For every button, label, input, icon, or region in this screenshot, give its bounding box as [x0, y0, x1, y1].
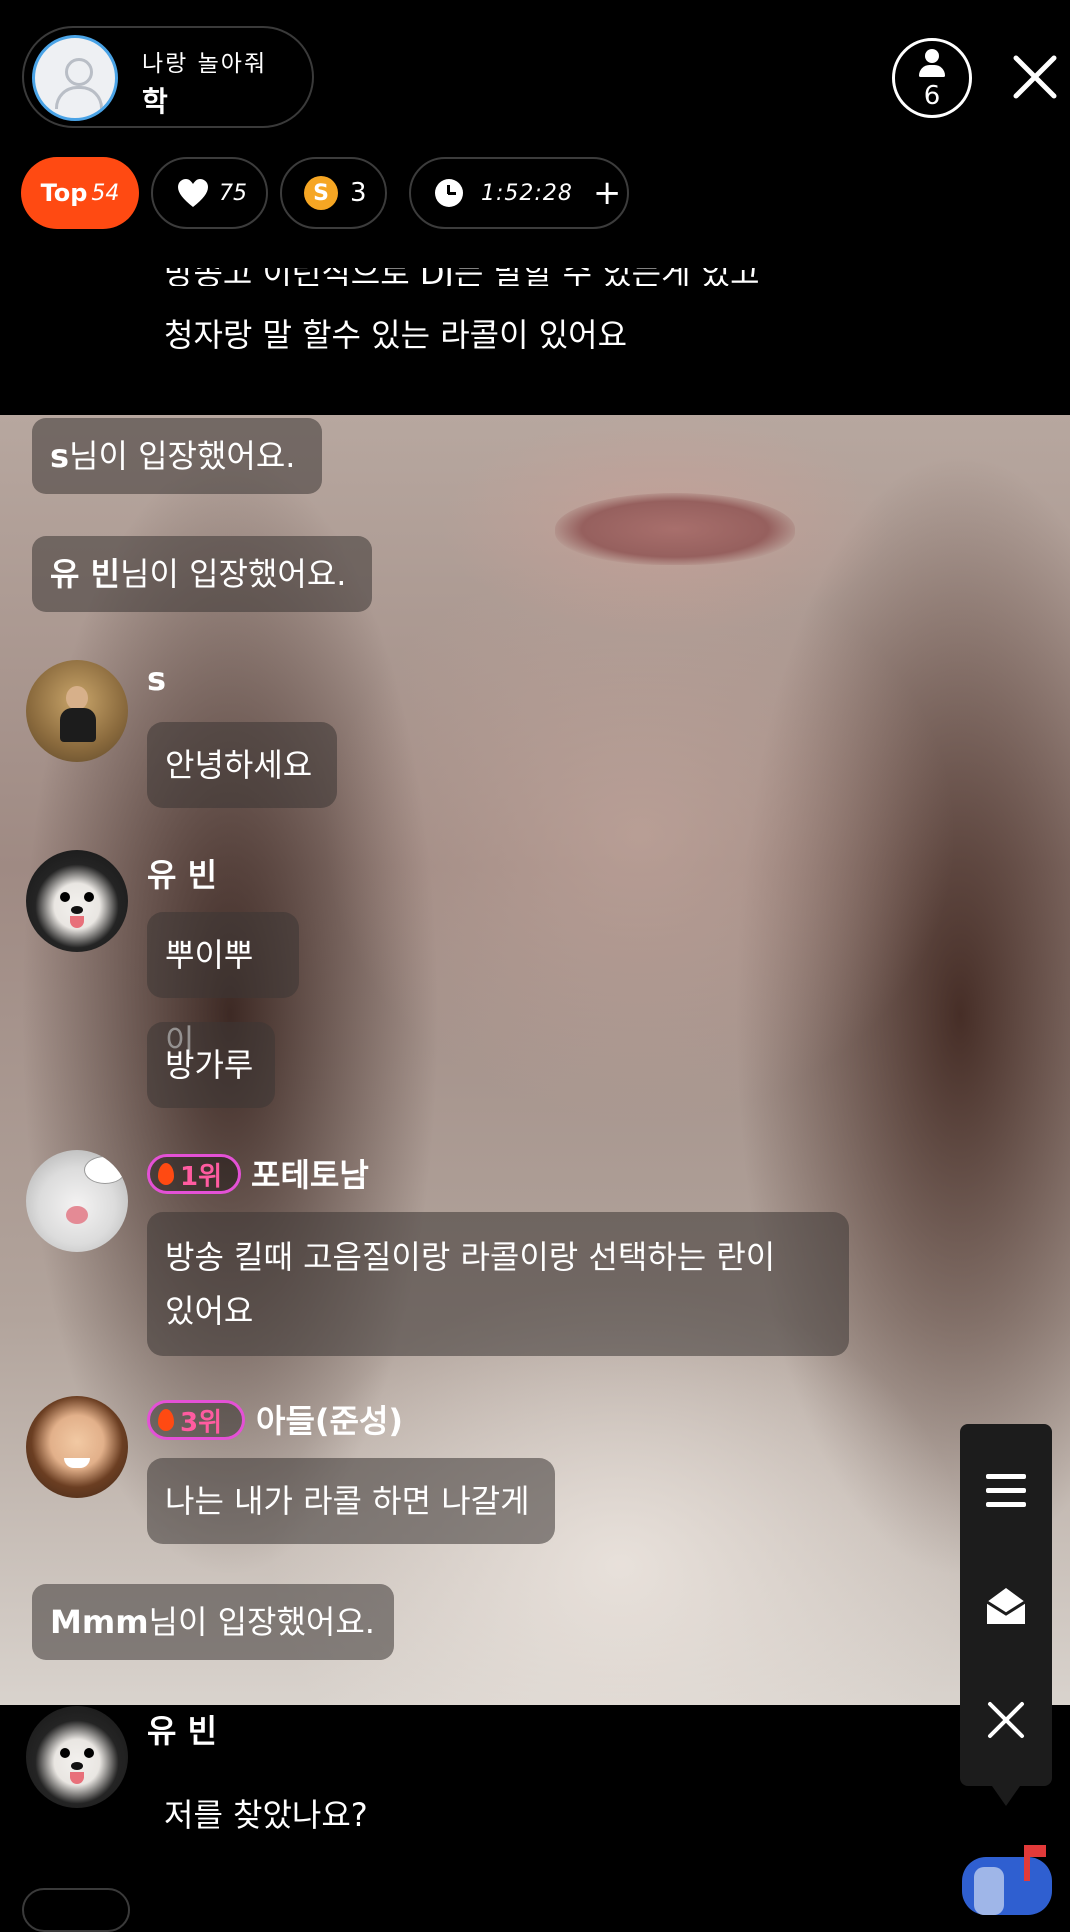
host-name: 학	[142, 85, 168, 118]
mailbox-icon[interactable]	[960, 1845, 1056, 1915]
person-icon	[925, 49, 939, 63]
user-avatar[interactable]	[26, 850, 128, 952]
likes-count: 75	[219, 180, 247, 206]
chat-username[interactable]: 포테토남	[251, 1150, 369, 1196]
open-mail-icon[interactable]	[984, 1584, 1028, 1628]
host-profile-pill[interactable]: 나랑 놀아줘 학	[22, 26, 314, 128]
user-avatar[interactable]	[26, 1706, 128, 1808]
menu-icon[interactable]	[986, 1474, 1026, 1508]
rank-badge: 1위	[147, 1154, 241, 1194]
flame-icon	[158, 1163, 174, 1185]
top-label: Top	[40, 179, 88, 207]
chat-bubble: 방가루	[147, 1022, 275, 1108]
system-message: 유 빈님이 입장했어요.	[32, 536, 372, 612]
system-message: s님이 입장했어요.	[32, 418, 322, 494]
chat-input-button[interactable]	[22, 1888, 130, 1932]
rank-badge: 3위	[147, 1400, 245, 1440]
add-time-button[interactable]: +	[593, 176, 622, 210]
user-avatar[interactable]	[26, 1396, 128, 1498]
user-avatar[interactable]	[26, 660, 128, 762]
chat-bubble: 나는 내가 라콜 하면 나갈게	[147, 1458, 555, 1544]
close-panel-icon[interactable]	[986, 1700, 1026, 1740]
top-rank-chip[interactable]: Top 54	[21, 157, 139, 229]
side-action-panel	[960, 1424, 1052, 1806]
coin-icon: S	[304, 176, 338, 210]
user-avatar[interactable]	[26, 1150, 128, 1252]
flame-icon	[158, 1409, 174, 1431]
viewer-count-button[interactable]: 6	[892, 38, 972, 118]
chat-username[interactable]: 아들(준성)	[256, 1396, 403, 1442]
viewer-count: 6	[923, 81, 941, 111]
elapsed-time: 1:52:28	[481, 180, 573, 206]
close-icon[interactable]	[1010, 52, 1060, 102]
chat-message-text: 저를 찾았나요?	[164, 1796, 368, 1834]
clock-icon	[435, 179, 463, 207]
chat-bubble: 안녕하세요	[147, 722, 337, 808]
room-title: 나랑 놀아줘	[142, 51, 268, 77]
chat-bubble: 방송 킬때 고음질이랑 라콜이랑 선택하는 란이 있어요	[147, 1212, 849, 1356]
heart-icon	[178, 179, 208, 207]
top-rank: 54	[91, 180, 120, 206]
chat-username[interactable]: s	[147, 660, 166, 698]
notice-partial-line: 방송고 이런식으로 DJ는 말할 수 있는게 있고	[164, 268, 804, 286]
chat-bubble: 뿌이뿌이	[147, 912, 299, 1060]
coins-count: 3	[350, 178, 367, 208]
host-avatar	[32, 35, 118, 121]
system-message: Mmm님이 입장했어요.	[32, 1584, 394, 1660]
coins-chip[interactable]: S 3	[280, 157, 387, 229]
likes-chip[interactable]: 75	[151, 157, 268, 229]
notice-line: 청자랑 말 할수 있는 라콜이 있어요	[164, 316, 628, 354]
chat-username[interactable]: 유 빈	[147, 1706, 217, 1752]
video-lips-detail	[555, 493, 795, 565]
chat-username[interactable]: 유 빈	[147, 850, 217, 896]
broadcast-time-chip[interactable]: 1:52:28 +	[409, 157, 629, 229]
